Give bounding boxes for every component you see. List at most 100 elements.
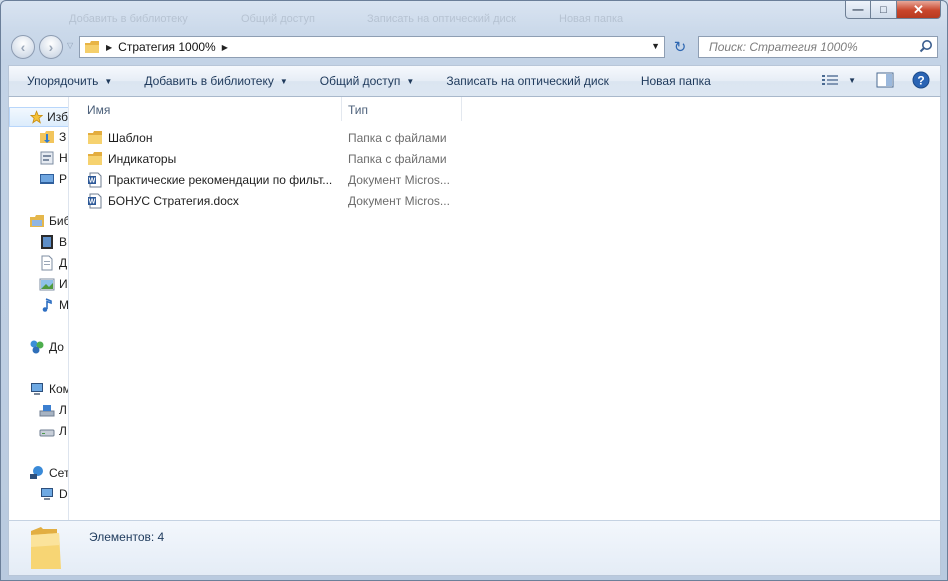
preview-pane-icon[interactable]: [876, 72, 894, 88]
nav-drive-2[interactable]: Л: [9, 421, 67, 441]
nav-lib-images-label: И: [59, 277, 68, 291]
share-label: Общий доступ: [319, 74, 401, 88]
chevron-down-icon: ▼: [406, 76, 415, 86]
file-row[interactable]: Индикаторы Папка с файлами: [85, 149, 455, 169]
nav-drive-1[interactable]: Л: [9, 400, 67, 420]
nav-lib-docs[interactable]: Д: [9, 253, 67, 273]
file-type: Папка с файлами: [348, 152, 447, 166]
documents-icon: [41, 255, 53, 271]
breadcrumb-separator-icon[interactable]: ▶: [222, 43, 228, 52]
column-separator[interactable]: [341, 97, 342, 121]
maximize-button[interactable]: □: [871, 1, 897, 19]
nav-item-z[interactable]: З: [9, 127, 66, 147]
nav-item-r-label: Р: [59, 172, 68, 186]
nav-libraries[interactable]: Биб: [9, 211, 69, 231]
word-doc-icon: W: [88, 193, 102, 209]
file-type: Папка с файлами: [348, 131, 447, 145]
local-disk-icon: [39, 405, 55, 417]
music-icon: [42, 298, 52, 312]
large-folder-icon: [31, 527, 61, 569]
nav-net-d[interactable]: D: [9, 484, 68, 504]
back-arrow-icon: ‹: [20, 39, 26, 55]
add-to-library-button[interactable]: Добавить в библиотеку ▼: [144, 74, 301, 88]
navigation-pane: Изб З Н Р Биб В Д И М До Ком Л Л Сет D: [9, 97, 69, 520]
file-row[interactable]: W Практические рекомендации по фильт... …: [85, 170, 455, 190]
column-type-header[interactable]: Тип: [348, 103, 368, 117]
column-separator[interactable]: [461, 97, 462, 121]
refresh-button[interactable]: ↻: [669, 36, 691, 58]
network-computer-icon: [41, 488, 53, 500]
drive-icon: [39, 429, 55, 437]
command-bar: Упорядочить ▼ Добавить в библиотеку ▼ Общи…: [8, 65, 941, 97]
desktop-icon: [40, 174, 54, 184]
computer-icon: [31, 383, 43, 395]
address-dropdown-icon[interactable]: ▼: [651, 41, 660, 51]
network-icon: [30, 466, 43, 479]
forward-button[interactable]: ›: [39, 35, 63, 59]
organize-button[interactable]: Упорядочить ▼: [27, 74, 126, 88]
file-name: БОНУС Стратегия.docx: [108, 194, 239, 208]
window-frame: Добавить в библиотеку Общий доступ Запис…: [0, 0, 948, 581]
ghost-title-2: Общий доступ: [241, 13, 315, 25]
nav-lib-music-label: М: [59, 298, 69, 312]
file-name: Практические рекомендации по фильт...: [108, 173, 333, 187]
recent-places-icon: [40, 151, 54, 165]
recent-pages-chevron-icon[interactable]: ▽: [67, 41, 73, 50]
search-input[interactable]: [707, 39, 911, 55]
chevron-down-icon: ▼: [279, 76, 288, 86]
breadcrumb-separator-icon[interactable]: ▶: [106, 43, 112, 52]
nav-net-d-label: D: [59, 487, 68, 501]
address-bar[interactable]: ▶ Стратегия 1000% ▶ ▼: [79, 36, 665, 58]
share-button[interactable]: Общий доступ ▼: [320, 74, 429, 88]
column-name-header[interactable]: Имя: [87, 103, 110, 117]
help-icon[interactable]: ?: [912, 71, 930, 89]
nav-lib-music[interactable]: М: [9, 295, 69, 315]
nav-item-n[interactable]: Н: [9, 148, 68, 168]
svg-text:W: W: [89, 199, 96, 206]
close-button[interactable]: ✕: [897, 1, 941, 19]
downloads-folder-icon: [40, 131, 54, 143]
search-box[interactable]: [698, 36, 938, 58]
file-type: Документ Micros...: [348, 173, 450, 187]
folder-icon: [85, 41, 99, 53]
nav-drive-1-label: Л: [59, 403, 67, 417]
nav-network[interactable]: Сет: [9, 463, 69, 483]
nav-libraries-label: Биб: [49, 214, 69, 228]
file-row[interactable]: Шаблон Папка с файлами: [85, 128, 455, 148]
new-folder-button[interactable]: Новая папка: [641, 74, 725, 88]
nav-favorites[interactable]: Изб: [9, 107, 68, 127]
nav-lib-images[interactable]: И: [9, 274, 68, 294]
nav-item-r[interactable]: Р: [9, 169, 67, 189]
nav-lib-docs-label: Д: [59, 256, 68, 270]
view-controls: ▼ ?: [822, 71, 930, 89]
chevron-down-icon: ▼: [104, 76, 113, 86]
refresh-icon: ↻: [673, 39, 687, 56]
word-doc-icon: W: [88, 172, 102, 188]
nav-lib-video[interactable]: В: [9, 232, 67, 252]
view-details-icon[interactable]: [822, 74, 839, 86]
back-button[interactable]: ‹: [11, 35, 35, 59]
homegroup-icon: [30, 340, 44, 354]
file-type: Документ Micros...: [348, 194, 450, 208]
file-row[interactable]: W БОНУС Стратегия.docx Документ Micros..…: [85, 191, 455, 211]
burn-label: Записать на оптический диск: [446, 74, 609, 88]
nav-homegroup[interactable]: До: [9, 337, 64, 357]
ghost-title-4: Новая папка: [559, 13, 624, 25]
svg-text:W: W: [89, 178, 96, 185]
ghost-title-1: Добавить в библиотеку: [69, 13, 188, 25]
nav-computer-label: Ком: [49, 382, 69, 396]
video-icon: [41, 235, 53, 249]
burn-button[interactable]: Записать на оптический диск: [446, 74, 623, 88]
details-pane: Элементов: 4: [8, 520, 941, 576]
svg-text:?: ?: [917, 74, 924, 88]
nav-computer[interactable]: Ком: [9, 379, 69, 399]
nav-network-label: Сет: [49, 466, 69, 480]
pictures-icon: [39, 278, 55, 291]
new-folder-label: Новая папка: [640, 74, 711, 88]
breadcrumb-current[interactable]: Стратегия 1000%: [118, 40, 216, 54]
search-icon[interactable]: [919, 39, 933, 53]
minimize-button[interactable]: —: [845, 1, 871, 19]
view-dropdown-icon[interactable]: ▼: [848, 76, 856, 85]
libraries-icon: [30, 215, 44, 227]
add-to-library-label: Добавить в библиотеку: [144, 74, 274, 88]
